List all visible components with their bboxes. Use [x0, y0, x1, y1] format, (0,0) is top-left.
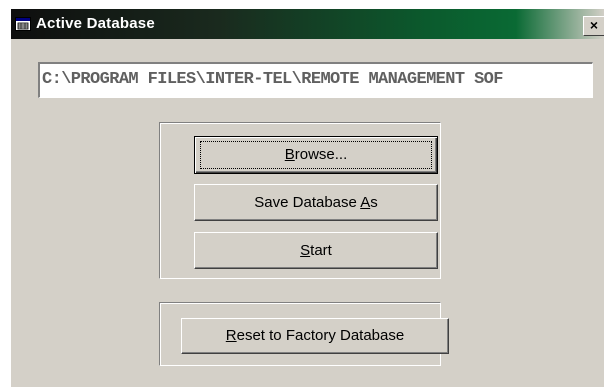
start-button-label: Start [300, 242, 332, 259]
window-title: Active Database [36, 15, 155, 32]
start-button[interactable]: Start [194, 232, 438, 269]
database-window-icon [15, 17, 31, 31]
reset-to-factory-database-button[interactable]: Reset to Factory Database [181, 318, 449, 354]
active-database-dialog: Active Database × C:\PROGRAM FILES\INTER… [10, 9, 604, 387]
title-bar[interactable]: Active Database × [11, 9, 604, 39]
close-icon: × [589, 17, 599, 33]
save-database-as-button-label: Save Database As [254, 194, 378, 211]
database-path-field[interactable]: C:\PROGRAM FILES\INTER-TEL\REMOTE MANAGE… [37, 61, 594, 99]
close-button[interactable]: × [583, 16, 604, 36]
browse-button[interactable]: Browse... [194, 136, 438, 174]
save-database-as-button[interactable]: Save Database As [194, 184, 438, 221]
reset-button-label: Reset to Factory Database [225, 327, 405, 344]
browse-button-label: Browse... [284, 146, 348, 163]
